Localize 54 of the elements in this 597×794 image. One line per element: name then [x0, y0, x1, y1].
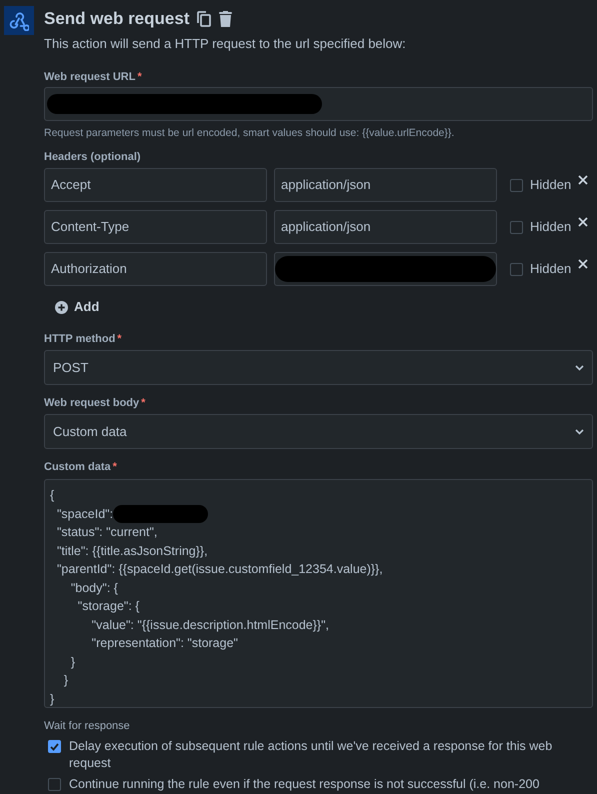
- header-name-field[interactable]: Authorization: [44, 252, 267, 286]
- trash-icon[interactable]: [219, 11, 232, 27]
- hidden-checkbox[interactable]: [510, 178, 523, 192]
- header-name-field[interactable]: Accept: [44, 168, 267, 202]
- checkbox-label: Hidden: [530, 218, 572, 236]
- code-line: }: [70, 654, 76, 671]
- checkbox[interactable]: [48, 778, 61, 791]
- checkbox[interactable]: [48, 740, 61, 753]
- hidden-checkbox[interactable]: [510, 262, 523, 276]
- field-label: Web request body: [44, 396, 140, 410]
- header-value-field[interactable]: application/json: [274, 168, 497, 202]
- webhook-icon: [4, 6, 34, 35]
- checkbox-label: Hidden: [530, 176, 572, 194]
- code-line: "parentId": {{spaceId.get(issue.customfield_12354.value)}},: [56, 561, 383, 578]
- field-label: Wait for response: [44, 719, 131, 733]
- required-marker: *: [117, 332, 122, 346]
- checkbox-label: Continue running the rule even if the request response is not successful (i.e. non-200: [69, 776, 540, 793]
- close-icon[interactable]: [578, 217, 588, 227]
- code-line: }: [62, 672, 68, 689]
- required-marker: *: [141, 396, 146, 410]
- code-line: "title": {{title.asJsonString}},: [56, 542, 208, 560]
- url-input-field[interactable]: [44, 87, 593, 121]
- code-line: "storage": {: [76, 598, 140, 615]
- field-label: Web request URL: [44, 70, 136, 84]
- help-text: Request parameters must be url encoded, smart values should use: {{value.urlEncode}}.: [44, 126, 456, 140]
- hidden-checkbox[interactable]: [510, 220, 523, 234]
- header-value-field[interactable]: application/json: [274, 210, 497, 244]
- required-marker: *: [112, 460, 117, 474]
- code-line: }: [50, 690, 54, 708]
- checkbox-label: Delay execution of subsequent rule actions until we've received a response for this web request: [69, 738, 554, 772]
- code-line: "value": "{{issue.description.htmlEncode}}",: [90, 616, 330, 634]
- close-icon[interactable]: [578, 259, 588, 269]
- code-line: "status": "current",: [56, 524, 158, 541]
- copy-icon[interactable]: [197, 11, 212, 27]
- header-name-field[interactable]: Content-Type: [44, 210, 267, 244]
- field-label: Headers (optional): [44, 150, 142, 164]
- action-title: Send web request: [44, 8, 190, 30]
- dropdown-field[interactable]: POST: [44, 350, 593, 385]
- add-button[interactable]: Add: [55, 299, 100, 315]
- field-label: Custom data: [44, 460, 111, 474]
- code-line: {: [50, 487, 54, 504]
- field-label: HTTP method: [44, 332, 116, 346]
- close-icon[interactable]: [578, 175, 588, 185]
- code-line: "representation": "storage": [90, 635, 238, 652]
- chevron-icon: [575, 364, 584, 370]
- plus-circle-icon: [55, 300, 68, 314]
- chevron-icon: [575, 428, 584, 434]
- code-line: "body": {: [70, 580, 118, 597]
- code-line: "spaceId":: [56, 506, 114, 523]
- dropdown-field[interactable]: Custom data: [44, 414, 593, 449]
- description-text: This action will send a HTTP request to the url specified below:: [44, 36, 407, 52]
- custom-data-textarea[interactable]: [44, 479, 593, 708]
- required-marker: *: [137, 70, 142, 84]
- checkbox-label: Hidden: [530, 260, 572, 278]
